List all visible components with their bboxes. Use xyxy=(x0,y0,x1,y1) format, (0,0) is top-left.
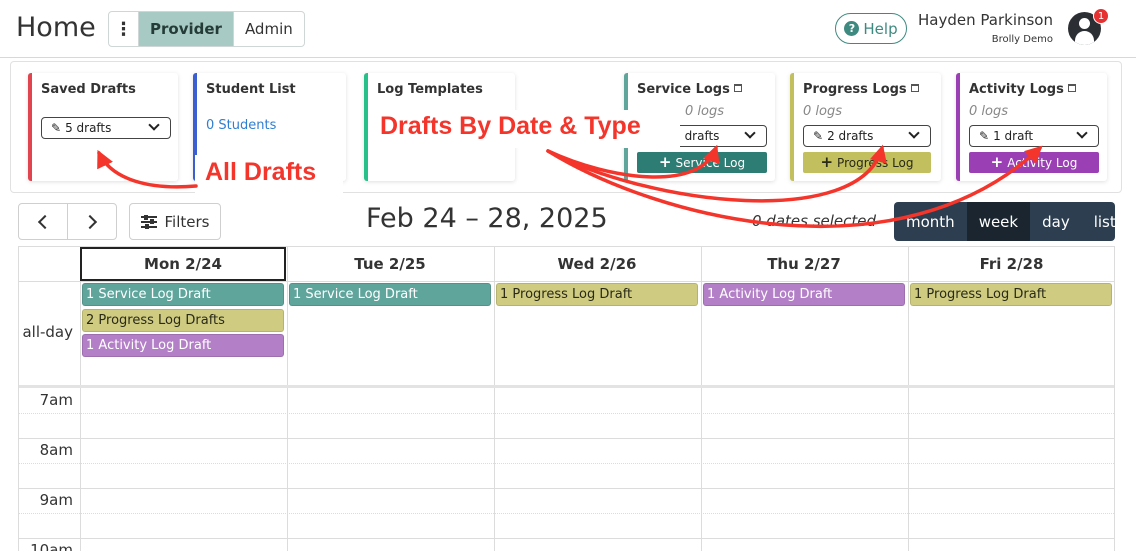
arrow-to-saved-drafts xyxy=(97,149,198,189)
arrow-to-progress-drafts xyxy=(546,144,887,203)
arrow-to-activity-drafts xyxy=(546,145,1043,228)
annotation-arrows xyxy=(97,144,1043,228)
